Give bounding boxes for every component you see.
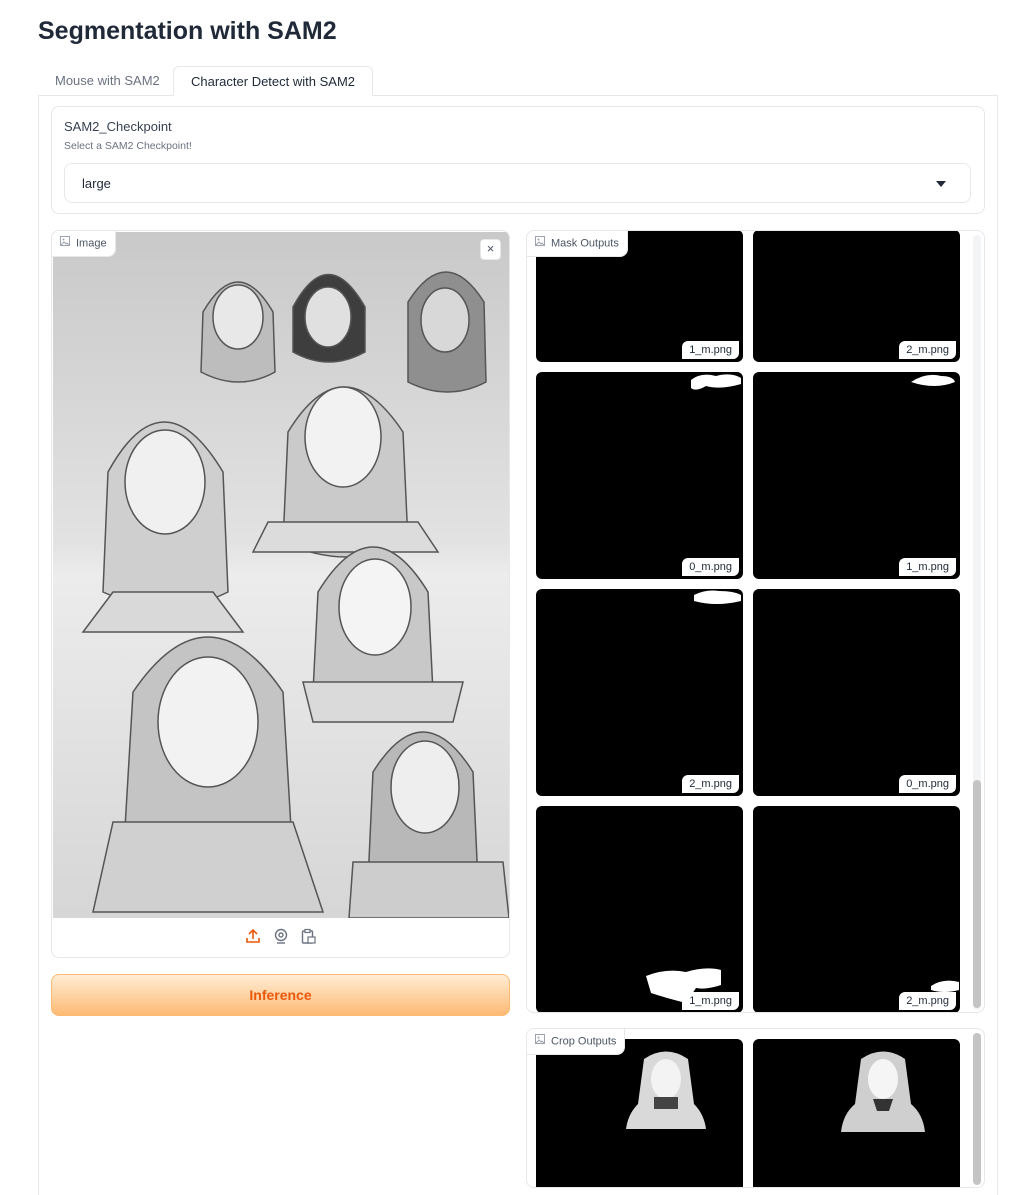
inference-button[interactable]: Inference — [51, 974, 510, 1016]
image-label-text: Image — [76, 237, 107, 250]
mask-blob — [694, 590, 741, 604]
mask-blob — [911, 374, 955, 386]
image-icon — [60, 231, 70, 256]
upload-icon[interactable] — [245, 928, 261, 944]
mask-thumb[interactable]: 2_m.png — [536, 589, 743, 796]
image-icon — [535, 1029, 545, 1054]
checkpoint-dropdown[interactable]: large — [64, 163, 971, 203]
crop-character-image — [841, 1051, 925, 1132]
image-label: Image — [52, 231, 116, 257]
checkpoint-block: SAM2_Checkpoint Select a SAM2 Checkpoint… — [51, 106, 985, 214]
mask-thumb[interactable]: 1_m.png — [753, 372, 960, 579]
crop-thumb[interactable] — [753, 1039, 960, 1187]
tab-character-detect-with-sam2[interactable]: Character Detect with SAM2 — [173, 66, 374, 96]
image-input-block: Image × — [51, 230, 510, 958]
image-source-toolbar — [52, 916, 509, 957]
clear-image-button[interactable]: × — [480, 239, 501, 260]
mask-thumb[interactable]: 2_m.png — [753, 806, 960, 1012]
tab-mouse-with-sam2[interactable]: Mouse with SAM2 — [38, 66, 177, 95]
crop-outputs-gallery: Crop Outputs — [526, 1028, 985, 1188]
mask-outputs-label: Mask Outputs — [527, 231, 628, 257]
checkpoint-dropdown-value: large — [82, 176, 111, 191]
mask-thumb-caption: 2_m.png — [899, 992, 956, 1010]
mask-thumb[interactable]: 0_m.png — [536, 372, 743, 579]
mask-thumb-caption: 1_m.png — [682, 341, 739, 359]
mask-thumb-caption: 0_m.png — [682, 558, 739, 576]
crop-gallery-scrollbar[interactable] — [973, 1033, 981, 1185]
mask-thumb-caption: 2_m.png — [899, 341, 956, 359]
mask-thumb[interactable]: 1_m.png — [536, 806, 743, 1012]
character-sketch-image — [81, 271, 509, 919]
crop-outputs-label: Crop Outputs — [527, 1029, 626, 1055]
clipboard-icon[interactable] — [300, 928, 316, 944]
mask-outputs-gallery: Mask Outputs 1_m.png 2_m.png 0_m.png 1_m… — [526, 230, 985, 1013]
mask-thumb-caption: 1_m.png — [682, 992, 739, 1010]
mask-thumb-caption: 2_m.png — [682, 775, 739, 793]
chevron-down-icon — [936, 181, 946, 187]
mask-thumb[interactable]: 0_m.png — [753, 589, 960, 796]
mask-blob — [931, 980, 959, 992]
tab-bar: Mouse with SAM2 Character Detect with SA… — [38, 66, 998, 96]
mask-thumb[interactable]: 2_m.png — [753, 231, 960, 362]
image-icon — [535, 231, 545, 256]
mask-thumb-caption: 0_m.png — [899, 775, 956, 793]
mask-gallery-scrollbar[interactable] — [973, 235, 981, 1010]
webcam-icon[interactable] — [273, 928, 289, 944]
mask-blob — [646, 968, 721, 1003]
uploaded-image[interactable] — [53, 232, 509, 919]
mask-blob — [691, 374, 741, 390]
crop-character-image — [626, 1051, 706, 1129]
checkpoint-label: SAM2_Checkpoint — [64, 119, 172, 134]
checkpoint-info: Select a SAM2 Checkpoint! — [64, 140, 192, 152]
mask-outputs-label-text: Mask Outputs — [551, 237, 619, 250]
crop-thumb[interactable] — [536, 1039, 743, 1187]
page-title: Segmentation with SAM2 — [38, 17, 337, 45]
mask-thumb-caption: 1_m.png — [899, 558, 956, 576]
crop-gallery-scrollbar-thumb[interactable] — [973, 1033, 981, 1185]
crop-outputs-label-text: Crop Outputs — [551, 1035, 617, 1048]
mask-gallery-scrollbar-thumb[interactable] — [973, 780, 981, 1008]
close-icon: × — [486, 241, 495, 256]
mask-blob — [928, 778, 955, 791]
